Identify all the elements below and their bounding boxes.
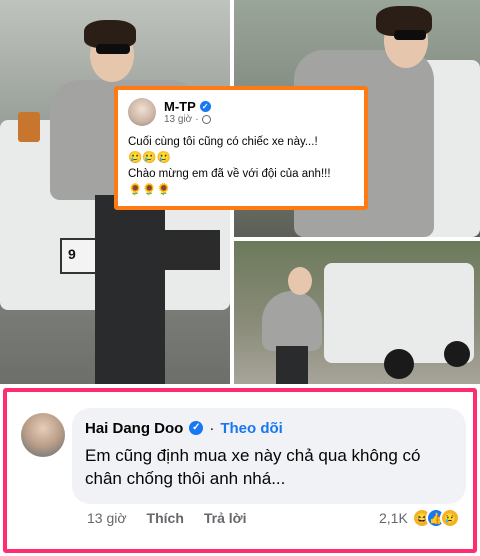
car-tire [444, 341, 470, 367]
follow-button[interactable]: Theo dõi [220, 420, 283, 437]
photo-man-with-g-class[interactable] [234, 241, 480, 384]
post-line-1: Cuối cùng tôi cũng có chiếc xe này...! [128, 136, 318, 148]
author-row: M-TP ✓ [164, 99, 211, 114]
plate-text: 9 [68, 246, 76, 262]
comment-text: Em cũng định mua xe này chả qua không có… [85, 446, 421, 488]
commenter-avatar[interactable] [21, 413, 65, 457]
comment-actions: 13 giờ Thích Trả lời [87, 510, 247, 526]
post-emojis-1: 🥲🥲🥲 [128, 152, 171, 164]
post-time-row: 13 giờ · [164, 114, 211, 125]
author-name[interactable]: M-TP [164, 99, 196, 114]
verified-badge-icon: ✓ [189, 421, 204, 435]
comment-section: Hai Dang Doo ✓ · Theo dõi Em cũng định m… [3, 388, 477, 553]
post-emojis-2: 🌻🌻🌻 [128, 184, 171, 196]
drink-cup [18, 112, 40, 142]
post-header: M-TP ✓ 13 giờ · [128, 97, 354, 127]
post-meta: M-TP ✓ 13 giờ · [164, 99, 211, 125]
like-button[interactable]: Thích [147, 510, 184, 526]
car-tire [384, 349, 414, 379]
post-body: Cuối cùng tôi cũng có chiếc xe này...! 🥲… [128, 134, 354, 198]
head [288, 267, 312, 295]
sunglasses [96, 44, 130, 54]
post-time[interactable]: 13 giờ [164, 114, 192, 125]
verified-badge-icon: ✓ [199, 101, 211, 112]
comment-time[interactable]: 13 giờ [87, 510, 127, 526]
sweater [262, 291, 322, 351]
commenter-name[interactable]: Hai Dang Doo [85, 420, 183, 437]
globe-icon [201, 115, 211, 124]
post-card: M-TP ✓ 13 giờ · Cuối cùng tôi cũng có ch… [114, 86, 368, 210]
reply-button[interactable]: Trả lời [204, 510, 247, 526]
sunglasses [394, 30, 426, 40]
post-line-2: Chào mừng em đã về với đội của anh!!! [128, 168, 331, 180]
pants [95, 195, 165, 384]
sad-icon: 😢 [439, 508, 460, 528]
reaction-icons: 😆 👍 😢 [411, 508, 460, 528]
reaction-count: 2,1K [379, 510, 408, 526]
comment-bubble: Hai Dang Doo ✓ · Theo dõi Em cũng định m… [72, 408, 466, 504]
reaction-summary[interactable]: 2,1K 😆 👍 😢 [379, 508, 460, 528]
separator: · [195, 114, 199, 125]
pants [276, 346, 308, 384]
author-avatar[interactable] [128, 98, 156, 126]
separator: · [209, 419, 215, 437]
comment-header: Hai Dang Doo ✓ · Theo dõi [85, 418, 453, 438]
